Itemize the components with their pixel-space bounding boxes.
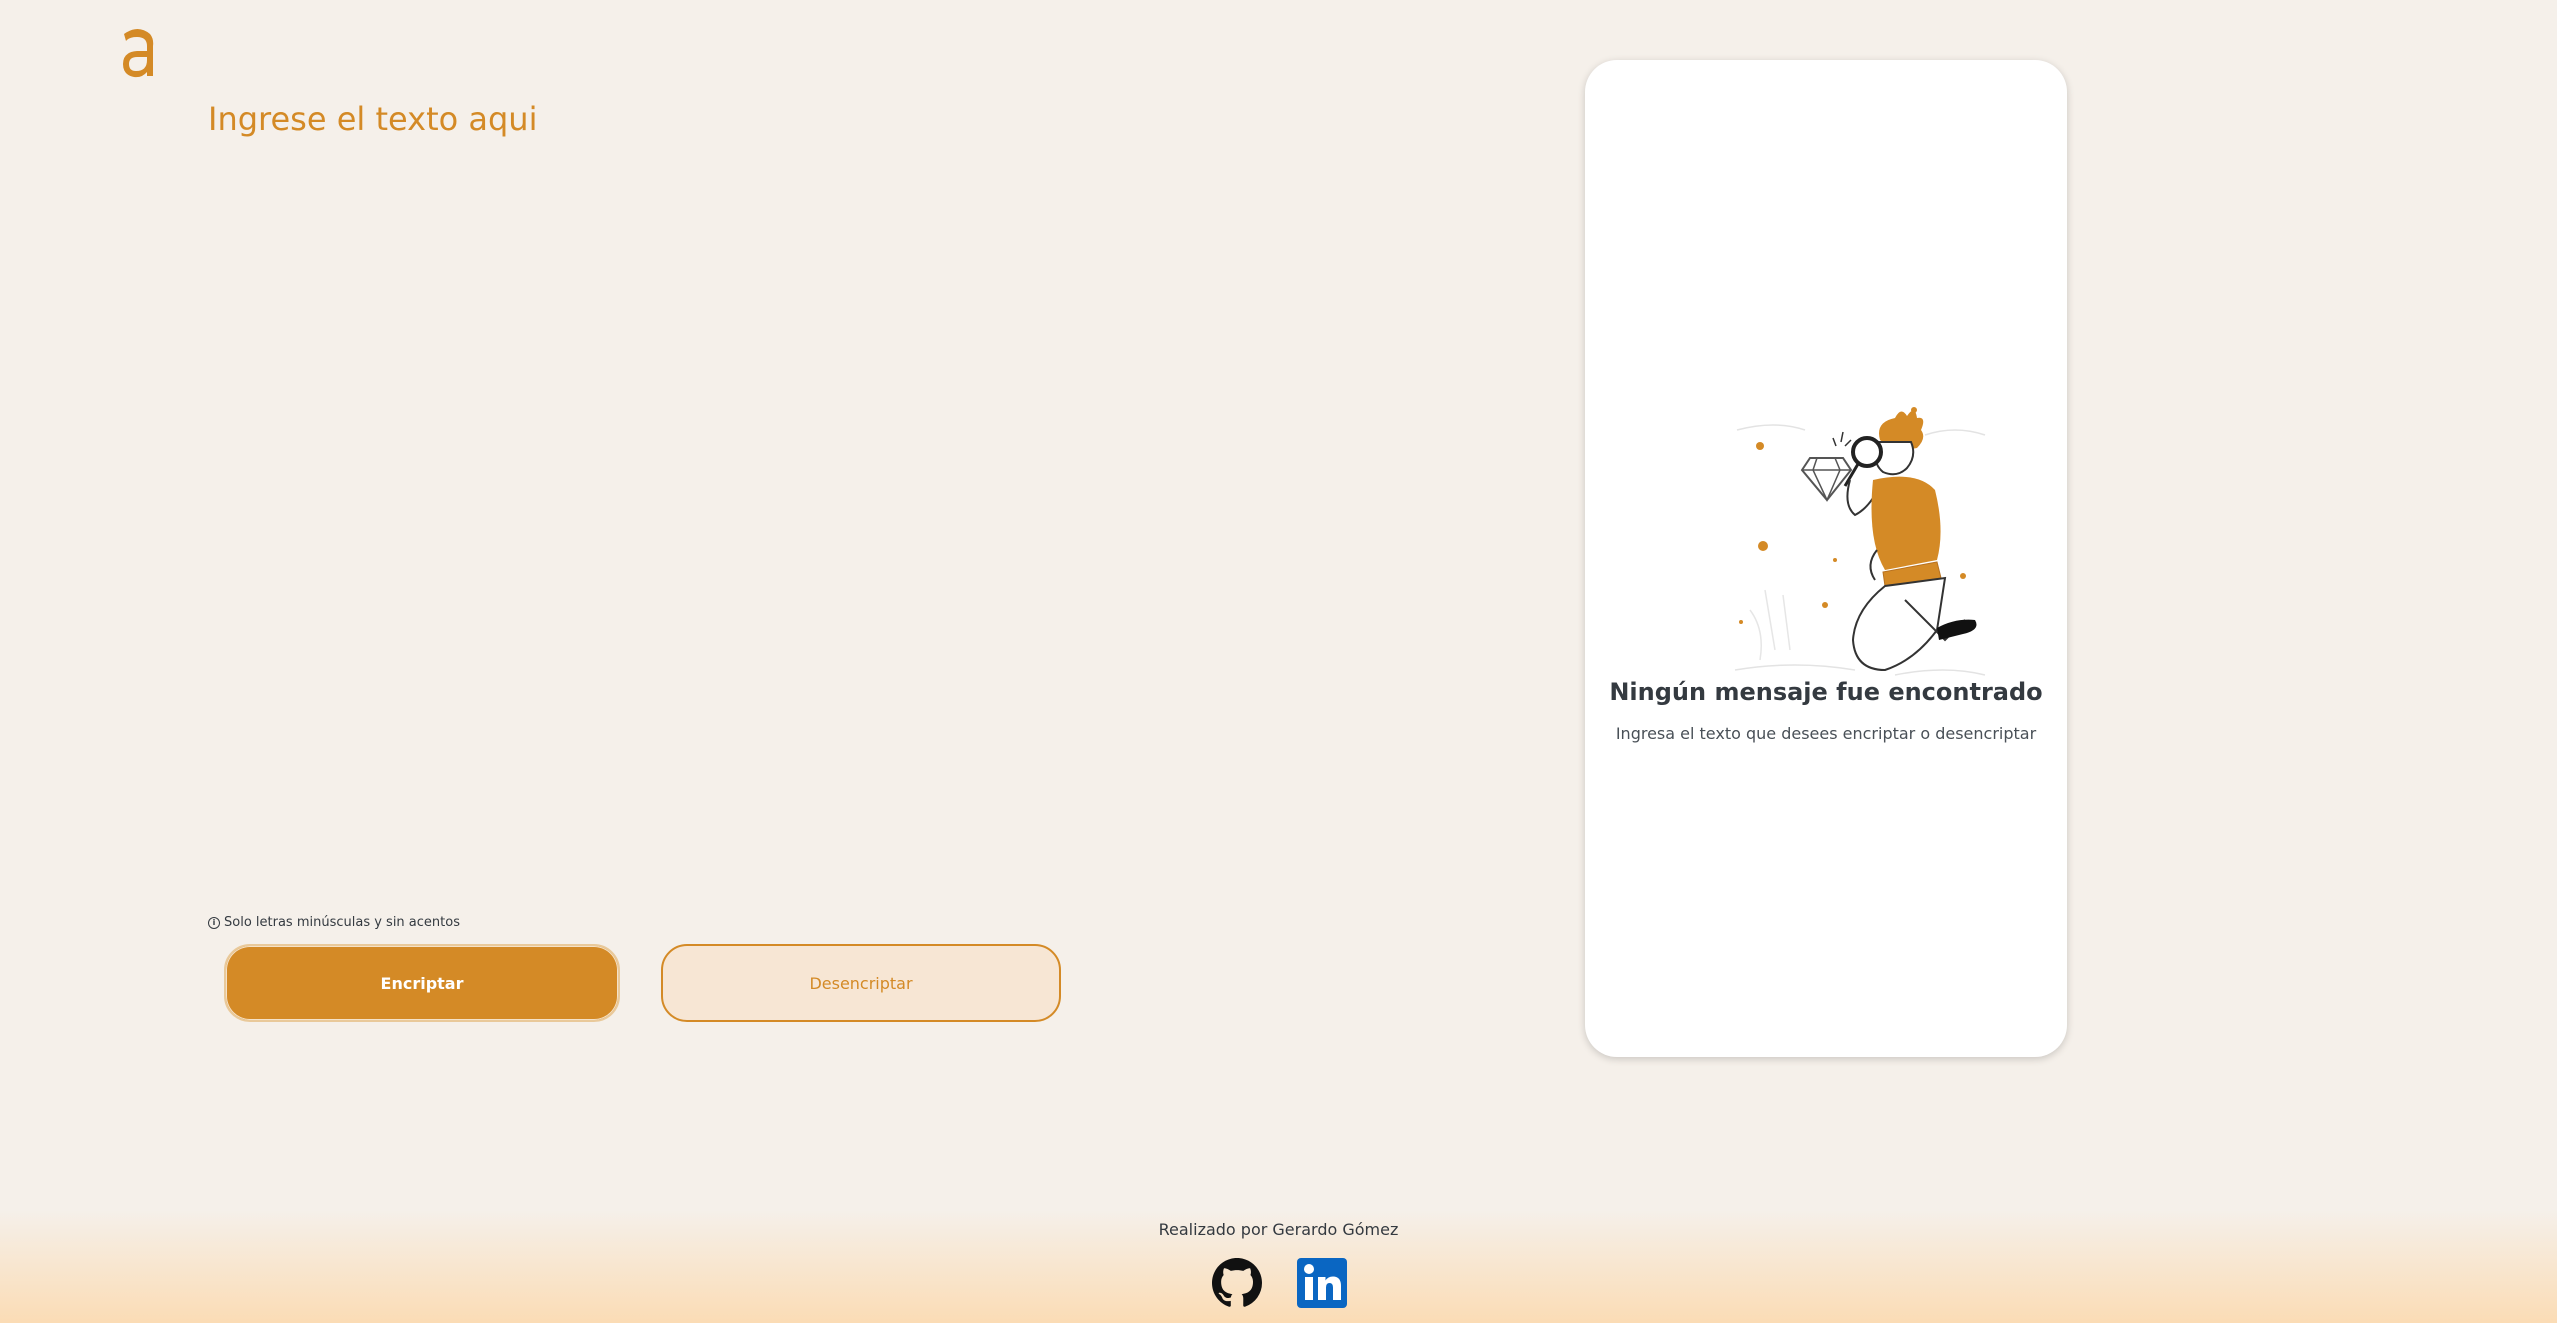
text-input[interactable] [208,100,1508,880]
hint-text: Solo letras minúsculas y sin acentos [224,915,460,930]
footer-credit: Realizado por Gerardo Gómez [1158,1220,1399,1239]
decrypt-button[interactable]: Desencriptar [661,944,1061,1022]
linkedin-icon[interactable] [1297,1258,1347,1308]
logo-icon [123,29,154,78]
decrypt-button-label: Desencriptar [809,973,913,993]
person-with-magnifier-illustration [1734,407,1986,676]
input-hint: i Solo letras minúsculas y sin acentos [208,915,460,930]
encrypt-button[interactable]: Encriptar [224,944,620,1022]
encrypt-button-label: Encriptar [380,973,464,993]
footer: Realizado por Gerardo Gómez [0,1210,2557,1323]
github-icon[interactable] [1212,1258,1262,1308]
result-subtitle: Ingresa el texto que desees encriptar o … [1615,724,2037,743]
result-card: Ningún mensaje fue encontrado Ingresa el… [1585,60,2067,1057]
info-icon: i [208,916,220,929]
result-title: Ningún mensaje fue encontrado [1609,678,2043,706]
